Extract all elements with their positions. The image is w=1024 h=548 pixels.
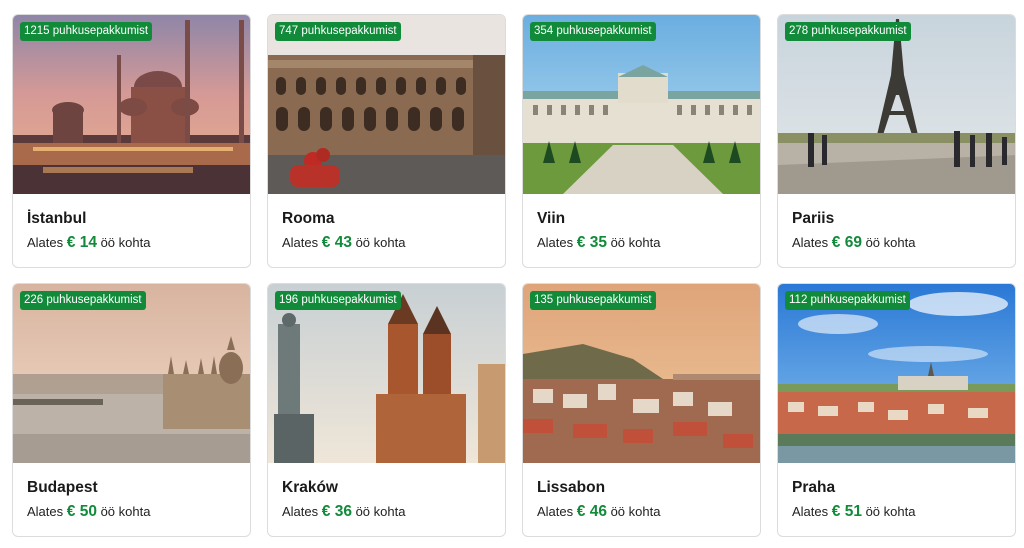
city-name[interactable]: Rooma — [282, 210, 491, 228]
destination-card-krakow[interactable]: 196 puhkusepakkumist Kraków Alates € 36 … — [267, 283, 506, 537]
price-prefix: Alates — [282, 504, 319, 519]
destination-card-viin[interactable]: 354 puhkusepakkumist Viin Alates € 35 öö… — [522, 14, 761, 268]
city-name[interactable]: İstanbul — [27, 210, 236, 228]
city-name[interactable]: Budapest — [27, 479, 236, 497]
price-prefix: Alates — [537, 235, 574, 250]
price-amount: € 14 — [66, 234, 97, 251]
price-amount: € 51 — [831, 503, 862, 520]
offer-count-badge: 112 puhkusepakkumist — [785, 291, 910, 310]
price-prefix: Alates — [537, 504, 574, 519]
rome-colosseum-photo[interactable]: 747 puhkusepakkumist — [268, 15, 505, 194]
price-prefix: Alates — [792, 504, 829, 519]
price-line: Alates € 46 öö kohta — [537, 503, 746, 521]
paris-eiffel-tower-photo[interactable]: 278 puhkusepakkumist — [778, 15, 1015, 194]
price-prefix: Alates — [282, 235, 319, 250]
istanbul-mosque-photo[interactable]: 1215 puhkusepakkumist — [13, 15, 250, 194]
price-suffix: öö kohta — [355, 504, 406, 519]
destination-card-istanbul[interactable]: 1215 puhkusepakkumist İstanbul Alates € … — [12, 14, 251, 268]
price-suffix: öö kohta — [610, 235, 661, 250]
price-suffix: öö kohta — [355, 235, 406, 250]
city-name[interactable]: Pariis — [792, 210, 1001, 228]
price-prefix: Alates — [27, 235, 64, 250]
offer-count-badge: 1215 puhkusepakkumist — [20, 22, 153, 41]
offer-count-badge: 278 puhkusepakkumist — [785, 22, 911, 41]
destination-card-lissabon[interactable]: 135 puhkusepakkumist Lissabon Alates € 4… — [522, 283, 761, 537]
price-suffix: öö kohta — [100, 504, 151, 519]
price-line: Alates € 43 öö kohta — [282, 234, 491, 252]
price-suffix: öö kohta — [865, 235, 916, 250]
destination-card-praha[interactable]: 112 puhkusepakkumist Praha Alates € 51 ö… — [777, 283, 1016, 537]
offer-count-badge: 354 puhkusepakkumist — [530, 22, 656, 41]
price-amount: € 46 — [576, 503, 607, 520]
city-name[interactable]: Lissabon — [537, 479, 746, 497]
price-prefix: Alates — [792, 235, 829, 250]
price-amount: € 35 — [576, 234, 607, 251]
price-prefix: Alates — [27, 504, 64, 519]
prague-castle-photo[interactable]: 112 puhkusepakkumist — [778, 284, 1015, 463]
city-name[interactable]: Viin — [537, 210, 746, 228]
price-suffix: öö kohta — [865, 504, 916, 519]
offer-count-badge: 135 puhkusepakkumist — [530, 291, 656, 310]
price-suffix: öö kohta — [610, 504, 661, 519]
offer-count-badge: 226 puhkusepakkumist — [20, 291, 146, 310]
destination-grid: 1215 puhkusepakkumist İstanbul Alates € … — [12, 14, 1016, 537]
lisbon-cityscape-photo[interactable]: 135 puhkusepakkumist — [523, 284, 760, 463]
price-amount: € 50 — [66, 503, 97, 520]
price-amount: € 36 — [321, 503, 352, 520]
price-suffix: öö kohta — [100, 235, 151, 250]
price-line: Alates € 35 öö kohta — [537, 234, 746, 252]
krakow-basilica-photo[interactable]: 196 puhkusepakkumist — [268, 284, 505, 463]
offer-count-badge: 196 puhkusepakkumist — [275, 291, 401, 310]
budapest-parliament-photo[interactable]: 226 puhkusepakkumist — [13, 284, 250, 463]
destination-card-rooma[interactable]: 747 puhkusepakkumist Rooma Alates € 43 ö… — [267, 14, 506, 268]
destination-card-budapest[interactable]: 226 puhkusepakkumist Budapest Alates € 5… — [12, 283, 251, 537]
price-line: Alates € 50 öö kohta — [27, 503, 236, 521]
price-line: Alates € 69 öö kohta — [792, 234, 1001, 252]
price-amount: € 43 — [321, 234, 352, 251]
vienna-belvedere-photo[interactable]: 354 puhkusepakkumist — [523, 15, 760, 194]
offer-count-badge: 747 puhkusepakkumist — [275, 22, 401, 41]
city-name[interactable]: Praha — [792, 479, 1001, 497]
destination-card-pariis[interactable]: 278 puhkusepakkumist Pariis Alates € 69 … — [777, 14, 1016, 268]
price-line: Alates € 36 öö kohta — [282, 503, 491, 521]
price-line: Alates € 51 öö kohta — [792, 503, 1001, 521]
price-amount: € 69 — [831, 234, 862, 251]
price-line: Alates € 14 öö kohta — [27, 234, 236, 252]
city-name[interactable]: Kraków — [282, 479, 491, 497]
